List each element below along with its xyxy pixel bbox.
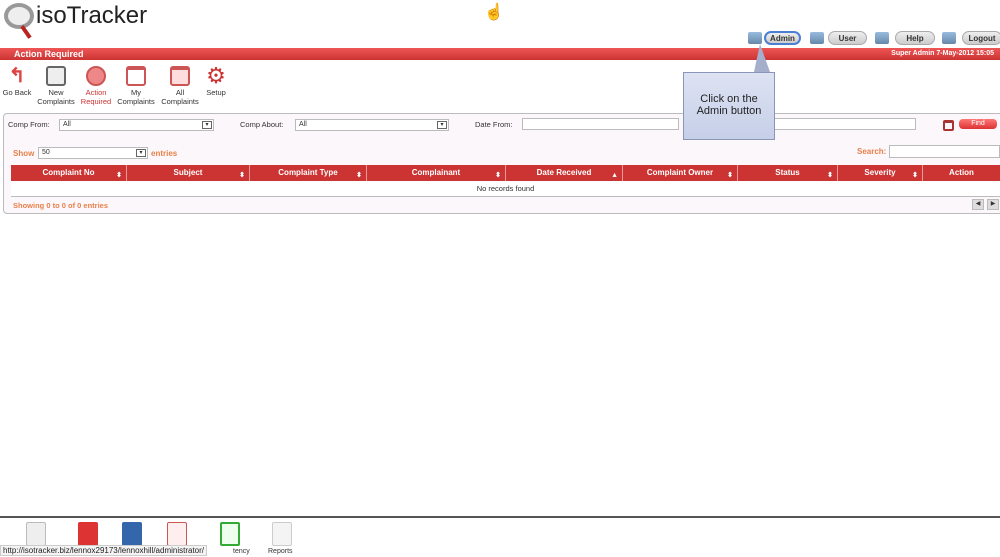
column-label: Date Received — [536, 168, 592, 177]
select-value: All — [299, 121, 307, 128]
column-status[interactable]: Status ⬍ — [738, 165, 838, 181]
entries-label: entries — [151, 149, 178, 158]
column-label: Severity — [864, 168, 896, 177]
column-complaint-type[interactable]: Complaint Type ⬍ — [250, 165, 367, 181]
empty-row: No records found — [11, 181, 1000, 197]
show-label: Show — [13, 149, 35, 158]
column-label: Complaint Type — [278, 168, 338, 177]
page-size-select[interactable]: 50 ▾ — [38, 147, 148, 159]
select-value: All — [63, 121, 71, 128]
column-label: Status — [775, 168, 800, 177]
document-info-icon[interactable] — [26, 522, 46, 546]
admin-button[interactable]: Admin — [764, 31, 801, 45]
new-complaints-button[interactable]: New Complaints — [34, 66, 78, 106]
column-complainant[interactable]: Complainant ⬍ — [367, 165, 506, 181]
my-complaints-button[interactable]: My Complaints — [114, 66, 158, 106]
window-icon — [126, 66, 146, 86]
document-signature-icon[interactable] — [167, 522, 187, 546]
date-from-input[interactable] — [522, 118, 679, 130]
user-icon — [810, 32, 824, 44]
search-input[interactable] — [889, 145, 1000, 158]
date-to-input[interactable] — [765, 118, 916, 130]
callout-pointer — [754, 44, 770, 72]
search-label: Search: — [857, 147, 887, 156]
page-title: Action Required — [14, 49, 84, 59]
header-bar: Action Required Super Admin 7-May-2012 15… — [0, 48, 1000, 60]
status-bar-url: http://isotracker.biz/lennox29173/lennox… — [0, 545, 207, 556]
logout-button[interactable]: Logout — [962, 31, 1000, 45]
column-complaint-owner[interactable]: Complaint Owner ⬍ — [623, 165, 738, 181]
back-arrow-icon: ↰ — [8, 65, 26, 87]
previous-page-button[interactable]: ◀ — [972, 199, 984, 210]
column-severity[interactable]: Severity ⬍ — [838, 165, 923, 181]
tool-label: New Complaints — [37, 88, 75, 106]
notepad-edit-icon[interactable] — [220, 522, 240, 546]
column-action: Action — [923, 165, 1000, 181]
tutorial-callout: Click on the Admin button — [683, 72, 775, 140]
table-header: Complaint No ⬍ Subject ⬍ Complaint Type ⬍ C… — [11, 165, 1000, 181]
table-info: Showing 0 to 0 of 0 entries — [13, 201, 109, 210]
logo: isoTracker — [4, 2, 147, 30]
select-value: 50 — [42, 149, 50, 156]
comp-from-label: Comp From: — [8, 120, 50, 129]
setup-button[interactable]: ⚙ Setup — [194, 63, 238, 98]
column-label: Complaint No — [42, 168, 95, 177]
magnifier-icon — [4, 3, 34, 29]
tool-label: Setup — [206, 88, 226, 97]
column-label: Complainant — [411, 168, 461, 177]
column-subject[interactable]: Subject ⬍ — [127, 165, 250, 181]
logout-icon — [942, 32, 956, 44]
gear-icon: ⚙ — [206, 63, 226, 88]
help-icon — [875, 32, 889, 44]
book-icon[interactable] — [78, 522, 98, 546]
reports-icon[interactable] — [272, 522, 292, 546]
calendar-icon[interactable] — [943, 120, 954, 131]
chevron-down-icon: ▾ — [202, 121, 212, 129]
action-required-button[interactable]: Action Required — [74, 66, 118, 106]
reports-label[interactable]: Reports — [268, 548, 293, 555]
chevron-down-icon: ▾ — [437, 121, 447, 129]
column-complaint-no[interactable]: Complaint No ⬍ — [11, 165, 127, 181]
cursor-hand-icon: ☝ — [484, 4, 504, 21]
bottom-item-label: tency — [233, 548, 250, 555]
calculator-icon[interactable] — [122, 522, 142, 546]
tool-label: My Complaints — [117, 88, 155, 106]
stopwatch-icon — [86, 66, 106, 86]
find-button[interactable]: Find — [959, 119, 997, 129]
user-button[interactable]: User — [828, 31, 867, 45]
user-info: Super Admin 7-May-2012 15:05 — [891, 50, 994, 57]
column-label: Subject — [173, 168, 203, 177]
chevron-down-icon: ▾ — [136, 149, 146, 157]
tool-label: Go Back — [2, 88, 32, 97]
tool-label: Action Required — [80, 88, 112, 106]
date-from-label: Date From: — [475, 120, 513, 129]
admin-icon — [748, 32, 762, 44]
logo-text: isoTracker — [36, 2, 148, 29]
bottom-divider — [0, 516, 1000, 518]
comp-from-select[interactable]: All ▾ — [59, 119, 214, 131]
help-button[interactable]: Help — [895, 31, 935, 45]
edit-icon — [46, 66, 66, 86]
column-date-received[interactable]: Date Received ▲ — [506, 165, 623, 181]
comp-about-label: Comp About: — [240, 120, 284, 129]
next-page-button[interactable]: ▶ — [987, 199, 999, 210]
column-label: Action — [949, 168, 974, 177]
column-label: Complaint Owner — [646, 168, 714, 177]
comp-about-select[interactable]: All ▾ — [295, 119, 449, 131]
windows-icon — [170, 66, 190, 86]
